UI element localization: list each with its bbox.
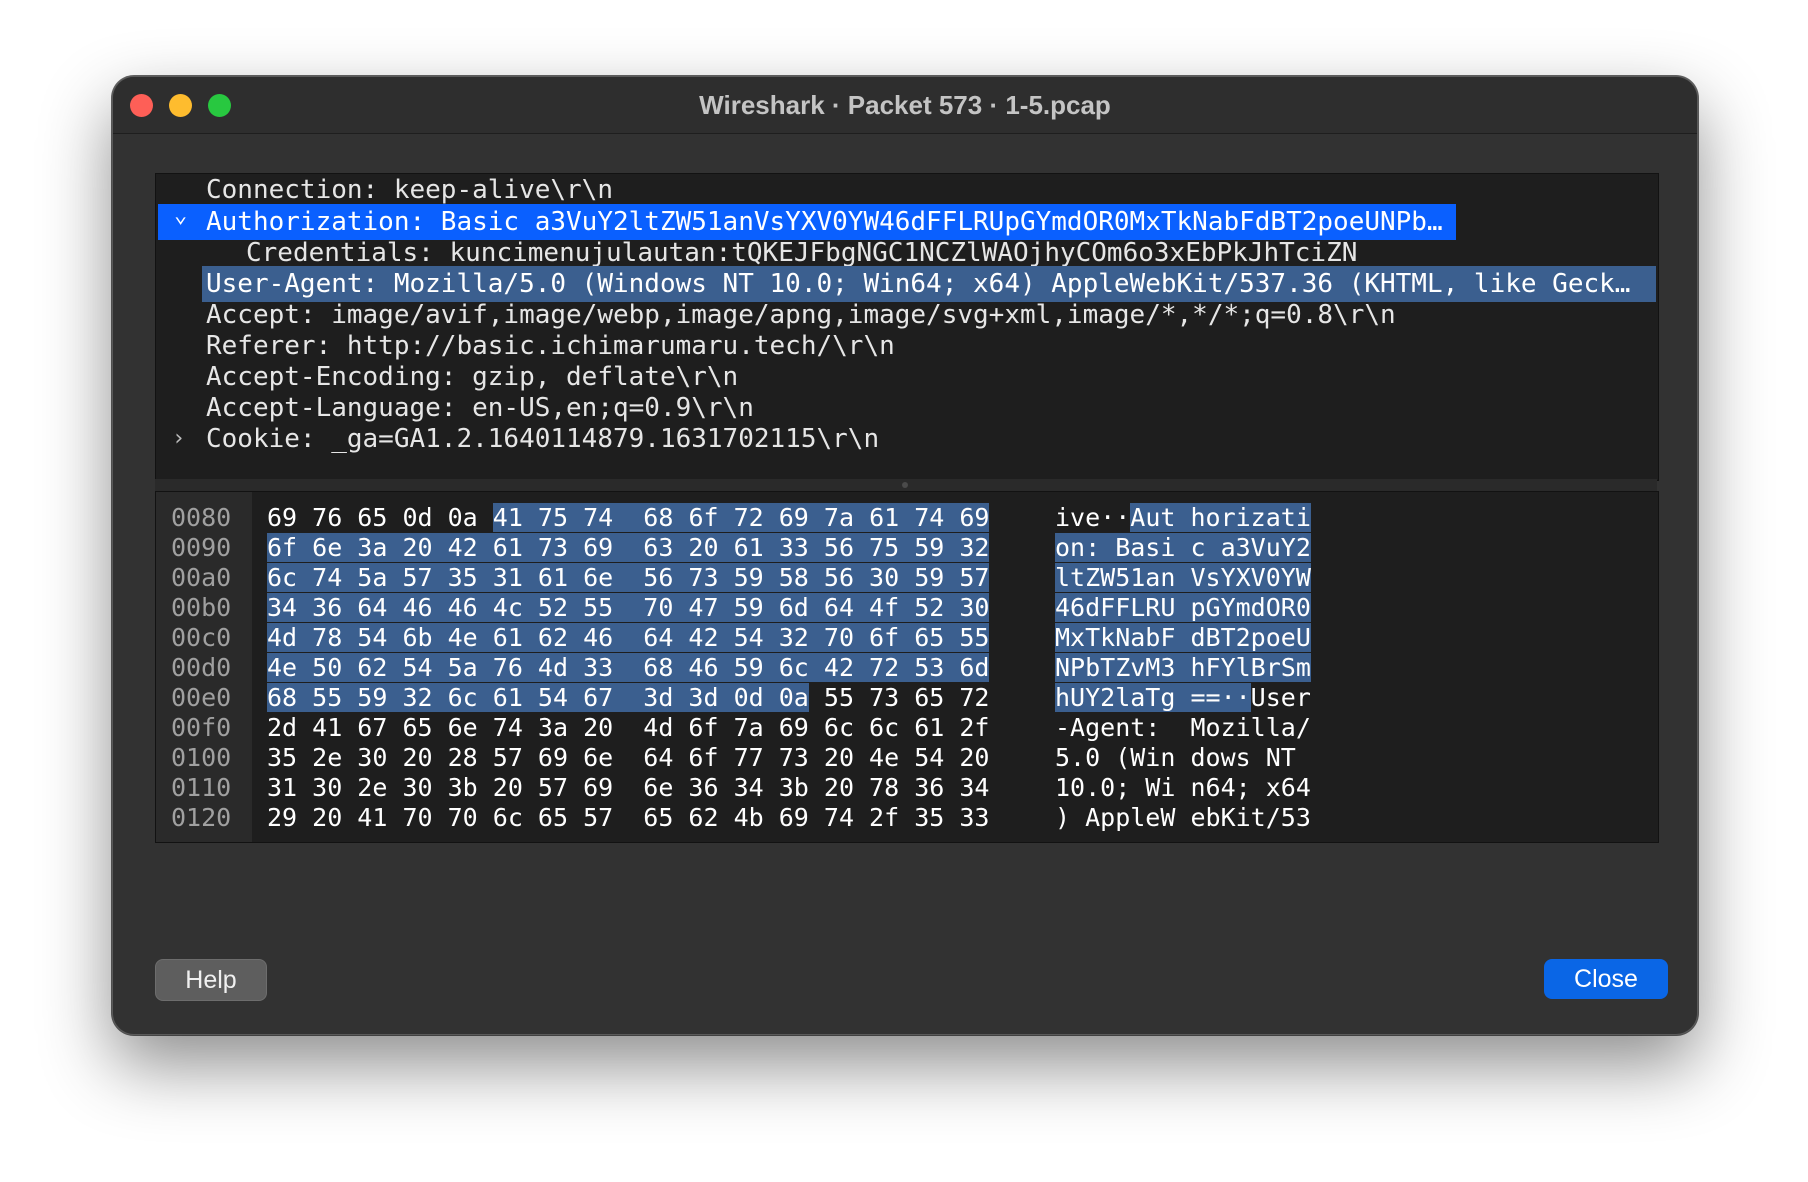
hex-offset: 0110: [171, 773, 232, 802]
hex-bytes: 6c 74 5a 57 35 31 61 6e 56 73 59 58 56 3…: [267, 563, 990, 593]
ascii-highlighted: NPbTZvM3 hFYlBrSm: [1055, 653, 1311, 682]
tree-row-label: Credentials: kuncimenujulautan:tQKEJFbgN…: [246, 238, 1358, 268]
hex-offset: 00d0: [171, 653, 232, 682]
window-title: Wireshark · Packet 573 · 1-5.pcap: [699, 90, 1111, 120]
tree-row-cookie[interactable]: › Cookie: _ga=GA1.2.1640114879.163170211…: [156, 421, 1658, 457]
hex-ascii: ltZW51an VsYXV0YW: [1055, 563, 1311, 593]
hex-row[interactable]: 0080 69 76 65 0d 0a 41 75 74 68 6f 72 69…: [156, 503, 1311, 533]
hex-row[interactable]: 00b0 34 36 64 46 46 4c 52 55 70 47 59 6d…: [156, 593, 1311, 623]
packet-bytes-pane[interactable]: 0080 69 76 65 0d 0a 41 75 74 68 6f 72 69…: [155, 491, 1659, 843]
ascii-highlighted: 46dFFLRU pGYmdOR0: [1055, 593, 1311, 622]
ascii-plain: 10.0; Wi n64; x64: [1055, 773, 1311, 802]
hex-ascii: on: Basi c a3VuY2: [1055, 533, 1311, 563]
hex-offset: 00a0: [171, 563, 232, 592]
hex-bytes-highlighted: 68 55 59 32 6c 61 54 67 3d 3d 0d 0a: [267, 683, 809, 712]
hex-offset: 00c0: [171, 623, 232, 652]
tree-row-label: User-Agent: Mozilla/5.0 (Windows NT 10.0…: [206, 269, 1631, 299]
ascii-highlighted: hUY2laTg ==··: [1055, 683, 1251, 712]
hex-row[interactable]: 00e0 68 55 59 32 6c 61 54 67 3d 3d 0d 0a…: [156, 683, 1311, 713]
hex-row[interactable]: 00d0 4e 50 62 54 5a 76 4d 33 68 46 59 6c…: [156, 653, 1311, 683]
hex-row[interactable]: 00a0 6c 74 5a 57 35 31 61 6e 56 73 59 58…: [156, 563, 1311, 593]
packet-dialog-window: Wireshark · Packet 573 · 1-5.pcap Connec…: [112, 76, 1698, 1035]
hex-ascii: ) AppleW ebKit/53: [1055, 803, 1311, 833]
hex-row[interactable]: 0100 35 2e 30 20 28 57 69 6e 64 6f 77 73…: [156, 743, 1296, 773]
hex-bytes-plain: 29 20 41 70 70 6c 65 57 65 62 4b 69 74 2…: [267, 803, 990, 832]
hex-offset: 00b0: [171, 593, 232, 622]
tree-row-label: Accept-Language: en-US,en;q=0.9\r\n: [206, 393, 754, 423]
splitter-handle-icon[interactable]: [902, 482, 908, 488]
hex-row[interactable]: 00f0 2d 41 67 65 6e 74 3a 20 4d 6f 7a 69…: [156, 713, 1311, 743]
hex-row[interactable]: 00c0 4d 78 54 6b 4e 61 62 46 64 42 54 32…: [156, 623, 1311, 653]
pane-splitter[interactable]: [155, 479, 1657, 491]
hex-ascii: 5.0 (Win dows NT: [1055, 743, 1311, 773]
hex-bytes: 69 76 65 0d 0a 41 75 74 68 6f 72 69 7a 6…: [267, 503, 990, 533]
ascii-plain: -Agent: Mozilla/: [1055, 713, 1311, 742]
hex-bytes-highlighted: 41 75 74 68 6f 72 69 7a 61 74 69: [492, 503, 990, 532]
tree-row-connection[interactable]: Connection: keep-alive\r\n: [156, 174, 1658, 208]
ascii-plain-tail: User: [1250, 683, 1311, 712]
ascii-plain: ) AppleW ebKit/53: [1055, 803, 1311, 832]
hex-bytes-plain-tail: 55 73 65 72: [808, 683, 990, 712]
ascii-highlighted: on: Basi c a3VuY2: [1055, 533, 1311, 562]
hex-bytes-plain: 35 2e 30 20 28 57 69 6e 64 6f 77 73 20 4…: [267, 743, 990, 772]
tree-row-label: Accept-Encoding: gzip, deflate\r\n: [206, 362, 739, 392]
hex-bytes: 2d 41 67 65 6e 74 3a 20 4d 6f 7a 69 6c 6…: [267, 713, 989, 743]
tree-row-label: Authorization: Basic a3VuY2ltZW51anVsYXV…: [206, 207, 1456, 237]
ascii-plain: ive··: [1055, 503, 1131, 532]
hex-bytes: 31 30 2e 30 3b 20 57 69 6e 36 34 3b 20 7…: [267, 773, 989, 803]
ascii-highlighted: ltZW51an VsYXV0YW: [1055, 563, 1311, 592]
hex-row[interactable]: 0090 6f 6e 3a 20 42 61 73 69 63 20 61 33…: [156, 533, 1311, 563]
hex-bytes-highlighted: 34 36 64 46 46 4c 52 55 70 47 59 6d 64 4…: [267, 593, 990, 622]
hex-bytes-plain: 2d 41 67 65 6e 74 3a 20 4d 6f 7a 69 6c 6…: [267, 713, 990, 742]
hex-ascii: MxTkNabF dBT2poeU: [1055, 623, 1311, 653]
chevron-right-icon[interactable]: ›: [172, 421, 192, 457]
hex-bytes: 4e 50 62 54 5a 76 4d 33 68 46 59 6c 42 7…: [267, 653, 990, 683]
hex-offset: 00e0: [171, 683, 232, 712]
hex-ascii: 10.0; Wi n64; x64: [1055, 773, 1311, 803]
hex-bytes-highlighted: 4d 78 54 6b 4e 61 62 46 64 42 54 32 70 6…: [267, 623, 990, 652]
hex-offset: 0100: [171, 743, 232, 772]
hex-offset: 0120: [171, 803, 232, 832]
hex-ascii: hUY2laTg ==··User: [1055, 683, 1311, 713]
hex-bytes-highlighted: 6c 74 5a 57 35 31 61 6e 56 73 59 58 56 3…: [267, 563, 990, 592]
hex-bytes: 35 2e 30 20 28 57 69 6e 64 6f 77 73 20 4…: [267, 743, 989, 773]
hex-bytes-highlighted: 4e 50 62 54 5a 76 4d 33 68 46 59 6c 42 7…: [267, 653, 990, 682]
hex-bytes: 68 55 59 32 6c 61 54 67 3d 3d 0d 0a 55 7…: [267, 683, 989, 713]
hex-row[interactable]: 0110 31 30 2e 30 3b 20 57 69 6e 36 34 3b…: [156, 773, 1311, 803]
hex-offset: 00f0: [171, 713, 232, 742]
packet-details-tree[interactable]: Connection: keep-alive\r\n ⌄ Authorizati…: [155, 173, 1659, 481]
hex-offset: 0090: [171, 533, 232, 562]
help-button[interactable]: Help: [155, 959, 267, 1001]
hex-ascii: -Agent: Mozilla/: [1055, 713, 1311, 743]
hex-bytes: 4d 78 54 6b 4e 61 62 46 64 42 54 32 70 6…: [267, 623, 990, 653]
tree-row-label: Accept: image/avif,image/webp,image/apng…: [206, 300, 1396, 330]
hex-ascii: NPbTZvM3 hFYlBrSm: [1055, 653, 1311, 683]
hex-ascii: ive··Aut horizati: [1055, 503, 1311, 533]
hex-bytes-highlighted: 6f 6e 3a 20 42 61 73 69 63 20 61 33 56 7…: [267, 533, 990, 562]
ascii-plain: 5.0 (Win dows NT: [1055, 743, 1311, 772]
hex-bytes: 29 20 41 70 70 6c 65 57 65 62 4b 69 74 2…: [267, 803, 989, 833]
tree-row-label: Cookie: _ga=GA1.2.1640114879.1631702115\…: [206, 424, 880, 454]
hex-bytes: 6f 6e 3a 20 42 61 73 69 63 20 61 33 56 7…: [267, 533, 990, 563]
tree-row-label: Connection: keep-alive\r\n: [206, 175, 613, 205]
hex-row[interactable]: 0120 29 20 41 70 70 6c 65 57 65 62 4b 69…: [156, 803, 1311, 833]
hex-bytes: 34 36 64 46 46 4c 52 55 70 47 59 6d 64 4…: [267, 593, 990, 623]
ascii-highlighted: MxTkNabF dBT2poeU: [1055, 623, 1311, 652]
hex-bytes-plain: 69 76 65 0d 0a: [267, 503, 493, 532]
hex-bytes-plain: 31 30 2e 30 3b 20 57 69 6e 36 34 3b 20 7…: [267, 773, 990, 802]
title-bar[interactable]: Wireshark · Packet 573 · 1-5.pcap: [113, 77, 1697, 134]
hex-offset: 0080: [171, 503, 232, 532]
hex-ascii: 46dFFLRU pGYmdOR0: [1055, 593, 1311, 623]
ascii-highlighted: Aut horizati: [1130, 503, 1311, 532]
close-button[interactable]: Close: [1544, 959, 1668, 999]
chevron-down-icon[interactable]: ⌄: [174, 204, 194, 234]
tree-row-label: Referer: http://basic.ichimarumaru.tech/…: [206, 331, 895, 361]
